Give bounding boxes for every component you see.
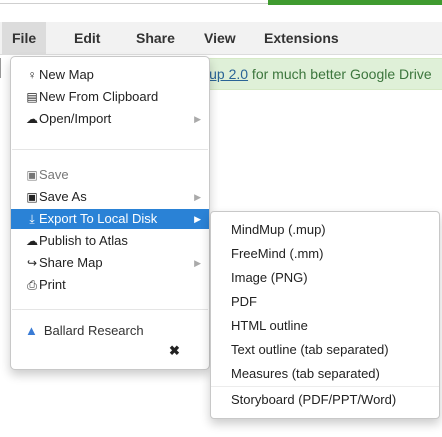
menubar: File Edit Share View Extensions: [0, 22, 442, 55]
save-icon: ▣: [26, 168, 38, 182]
cloud-icon: ☁: [26, 234, 38, 248]
menu-divider: [12, 149, 208, 150]
menu-item-share-map[interactable]: ↪ Share Map ▶: [11, 253, 209, 273]
menu-item-print[interactable]: ⎙ Print: [11, 275, 209, 295]
cloud-icon: ☁: [26, 112, 38, 126]
menu-item-export-local-disk[interactable]: ⤓ Export To Local Disk ▶: [11, 209, 209, 229]
menu-file[interactable]: File: [2, 22, 47, 54]
menu-edit[interactable]: Edit: [64, 22, 110, 54]
clipboard-icon: ▤: [26, 90, 38, 104]
export-item-pdf[interactable]: PDF: [231, 292, 257, 312]
menu-item-label: Publish to Atlas: [39, 233, 128, 248]
close-icon[interactable]: ✖: [169, 343, 180, 359]
menu-divider: [12, 309, 208, 310]
menu-extensions[interactable]: Extensions: [254, 22, 349, 54]
top-rule: [0, 0, 268, 4]
background-edge: [0, 58, 7, 78]
menu-item-publish-atlas[interactable]: ☁ Publish to Atlas: [11, 231, 209, 251]
menu-item-label: Open/Import: [39, 111, 112, 126]
chevron-right-icon: ▶: [194, 214, 201, 224]
export-item-storyboard[interactable]: Storyboard (PDF/PPT/Word): [231, 390, 396, 410]
notice-text: for much better Google Drive: [248, 66, 432, 82]
menu-item-label: Save As: [39, 189, 87, 204]
upgrade-link[interactable]: lup 2.0: [206, 66, 248, 82]
download-icon: ⤓: [29, 212, 35, 226]
menu-item-label: Save: [39, 167, 69, 182]
menu-item-save-as[interactable]: ▣ Save As ▶: [11, 187, 209, 207]
lightbulb-icon: ♀: [27, 68, 37, 82]
menu-item-new-map[interactable]: ♀ New Map: [11, 65, 209, 85]
menu-item-label: Ballard Research: [43, 323, 144, 338]
menu-item-new-from-clipboard[interactable]: ▤ New From Clipboard: [11, 87, 209, 107]
google-drive-icon: ▲: [25, 323, 38, 338]
menu-view[interactable]: View: [194, 22, 246, 54]
accent-bar: [268, 0, 442, 5]
menu-item-label: New Map: [39, 67, 94, 82]
menu-item-label: Share Map: [39, 255, 103, 270]
share-icon: ↪: [26, 256, 38, 270]
export-item-image-png[interactable]: Image (PNG): [231, 268, 308, 288]
export-submenu: MindMup (.mup) FreeMind (.mm) Image (PNG…: [210, 211, 440, 419]
menu-item-save[interactable]: ▣ Save: [11, 165, 209, 185]
export-item-text-outline[interactable]: Text outline (tab separated): [231, 340, 389, 360]
chevron-right-icon: ▶: [194, 192, 201, 202]
print-icon: ⎙: [27, 278, 37, 292]
menu-item-label: Print: [39, 277, 66, 292]
menu-item-ballard-research[interactable]: ▲ Ballard Research: [25, 323, 144, 338]
menu-item-open-import[interactable]: ☁ Open/Import ▶: [11, 109, 209, 129]
file-menu: ♀ New Map ▤ New From Clipboard ☁ Open/Im…: [10, 56, 210, 370]
menu-item-label: Export To Local Disk: [39, 211, 158, 226]
export-item-html-outline[interactable]: HTML outline: [231, 316, 308, 336]
export-item-measures[interactable]: Measures (tab separated): [231, 364, 380, 384]
save-as-icon: ▣: [26, 190, 38, 204]
menu-share[interactable]: Share: [126, 22, 185, 54]
menu-item-label: New From Clipboard: [39, 89, 159, 104]
submenu-divider: [211, 386, 439, 387]
chevron-right-icon: ▶: [194, 258, 201, 268]
export-item-mindmup[interactable]: MindMup (.mup): [231, 220, 326, 240]
top-strip: [0, 0, 442, 22]
export-item-freemind[interactable]: FreeMind (.mm): [231, 244, 323, 264]
chevron-right-icon: ▶: [194, 114, 201, 124]
